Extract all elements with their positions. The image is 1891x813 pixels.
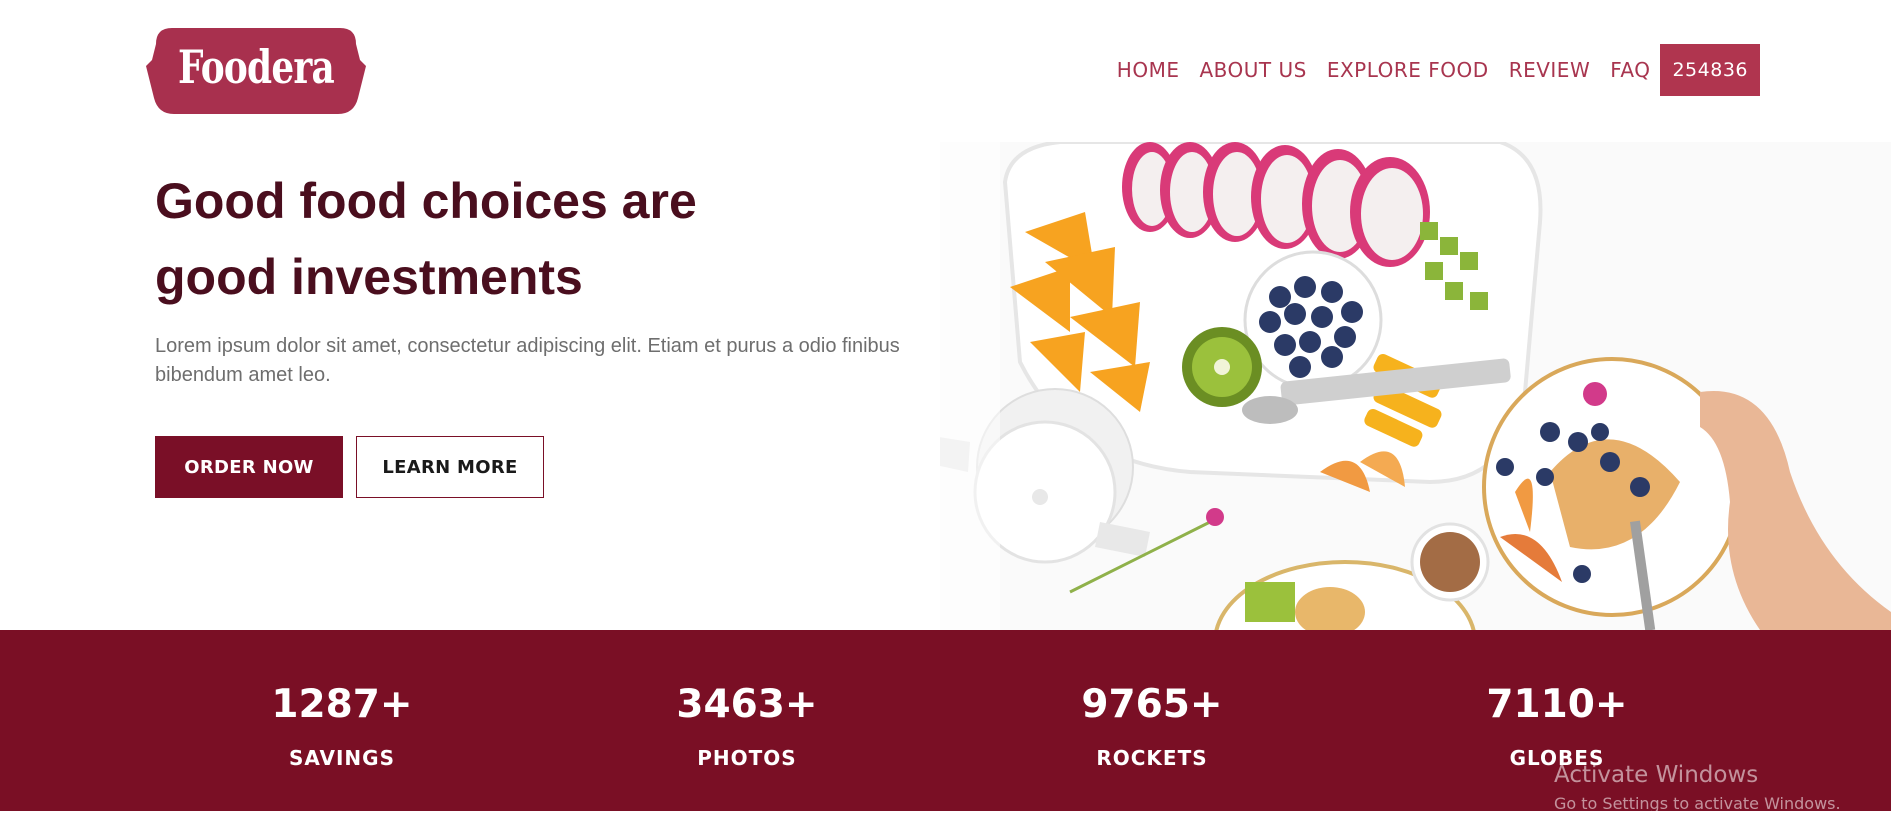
learn-more-button[interactable]: LEARN MORE <box>356 436 544 498</box>
order-now-button[interactable]: ORDER NOW <box>155 436 343 498</box>
brand-logo[interactable]: Foodera <box>142 22 370 117</box>
hero-title: Good food choices are good investments <box>155 173 697 305</box>
watermark-title: Activate Windows <box>1554 762 1759 788</box>
nav-review[interactable]: REVIEW <box>1509 58 1591 82</box>
nav-faq[interactable]: FAQ <box>1610 58 1650 82</box>
stat-value: 9765+ <box>1081 682 1223 727</box>
activate-windows-watermark: Activate Windows Go to Settings to activ… <box>1554 762 1841 813</box>
stat-photos: 3463+ PHOTOS <box>617 685 877 770</box>
stat-label: PHOTOS <box>697 746 797 770</box>
watermark-subtitle: Go to Settings to activate Windows. <box>1554 794 1841 813</box>
nav-about-us[interactable]: ABOUT US <box>1199 58 1306 82</box>
nav-explore-food[interactable]: EXPLORE FOOD <box>1327 58 1489 82</box>
main-nav: HOME ABOUT US EXPLORE FOOD REVIEW FAQ 25… <box>1117 44 1760 96</box>
nav-home[interactable]: HOME <box>1117 58 1180 82</box>
stat-globes: 7110+ GLOBES <box>1427 685 1687 770</box>
stat-label: ROCKETS <box>1096 746 1208 770</box>
stat-label: SAVINGS <box>288 746 395 770</box>
brand-name: Foodera <box>178 40 335 94</box>
stat-rockets: 9765+ ROCKETS <box>1022 685 1282 770</box>
stat-value: 7110+ <box>1486 682 1628 727</box>
hero-description: Lorem ipsum dolor sit amet, consectetur … <box>155 335 900 386</box>
nav-badge[interactable]: 254836 <box>1660 44 1760 96</box>
stat-savings: 1287+ SAVINGS <box>212 685 472 770</box>
stat-value: 1287+ <box>271 682 413 727</box>
stat-value: 3463+ <box>676 682 818 727</box>
